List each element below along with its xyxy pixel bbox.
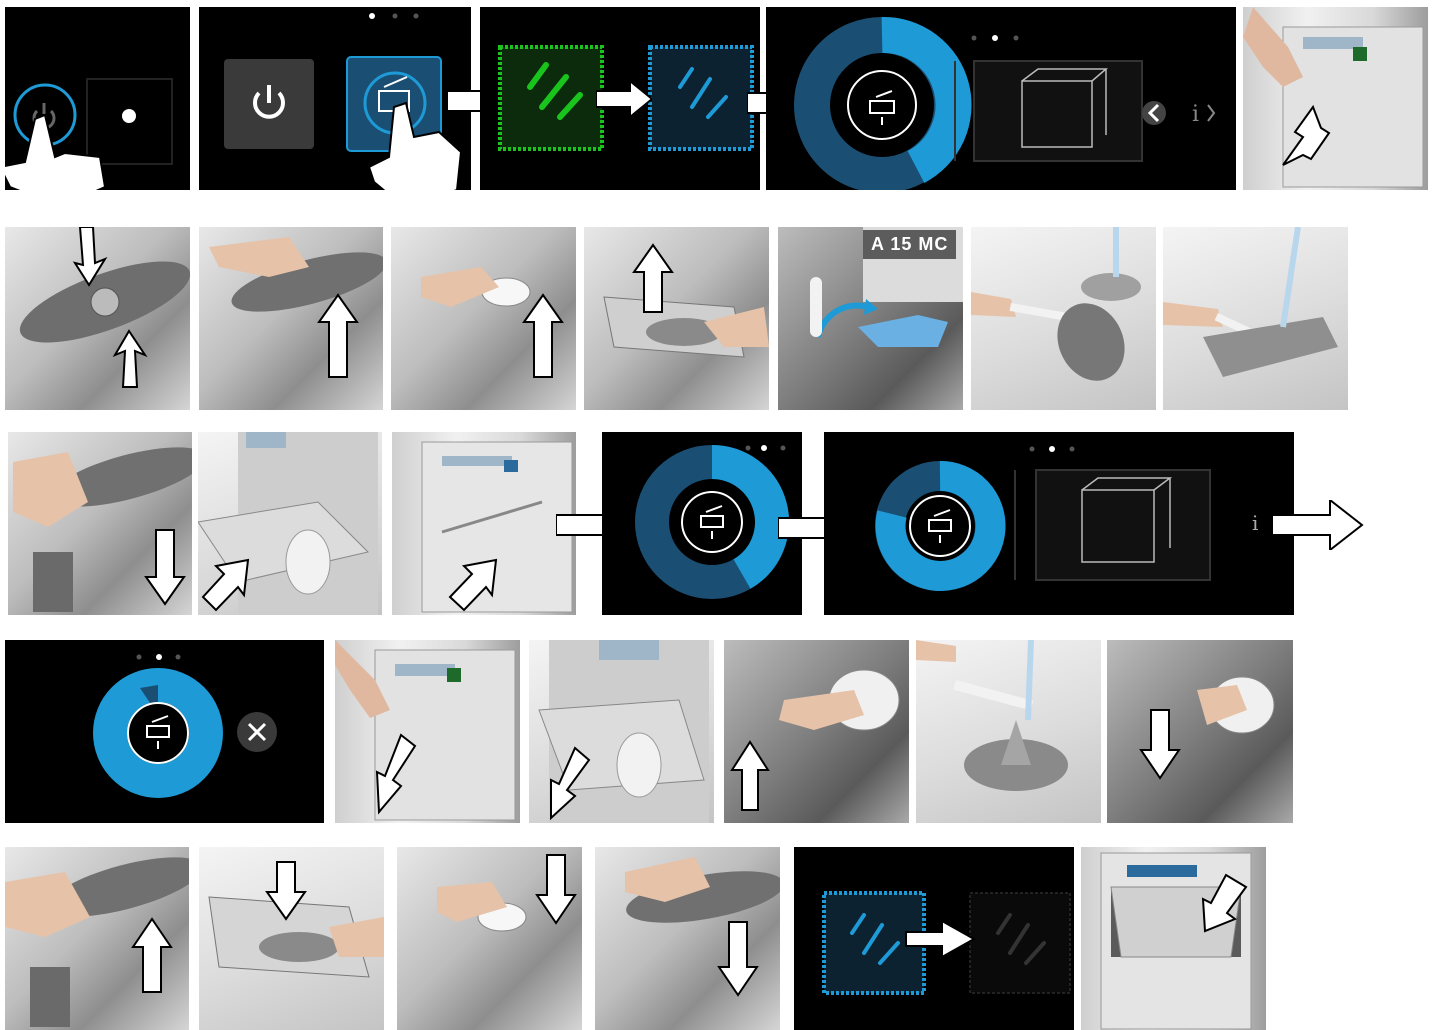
step-brush-tank-sieve-photo xyxy=(916,640,1101,823)
step-reinsert-drain-part-photo xyxy=(5,847,189,1030)
step-drain-pump-detergent-photo: A 15 MC xyxy=(778,227,963,410)
flow-arrow xyxy=(596,81,652,117)
step-remove-spray-arm-photo xyxy=(5,227,190,410)
direction-arrow xyxy=(535,854,577,925)
step-reinsert-filter-photo xyxy=(397,847,582,1030)
detergent-label: A 15 MC xyxy=(863,230,957,259)
step-reinsert-sieve-photo xyxy=(199,847,384,1030)
step-insert-drain-part-photo xyxy=(8,432,192,615)
step-final-close-door-photo xyxy=(1081,847,1266,1030)
step-remove-tank-sieve-photo xyxy=(724,640,909,823)
gloved-hand-shape xyxy=(858,315,948,347)
direction-arrow xyxy=(144,529,186,606)
step-reinsert-tank-sieve-photo xyxy=(1107,640,1293,823)
step-remove-sieve-photo xyxy=(584,227,769,410)
step-brush-filter-photo xyxy=(971,227,1156,410)
step-cleaning-progress-screen: i xyxy=(766,7,1236,190)
machine-diagram-tile xyxy=(1035,469,1211,581)
step-reinsert-spray-arm-photo xyxy=(595,847,780,1030)
back-button xyxy=(1142,101,1166,125)
step-remove-basket-photo xyxy=(529,640,714,823)
hand-shape xyxy=(971,292,1016,317)
step-remove-filter-photo xyxy=(391,227,576,410)
spray-arms-inactive-tile xyxy=(969,892,1071,994)
step-open-door-photo xyxy=(1243,7,1428,190)
direction-arrow xyxy=(317,293,359,378)
step-lift-spray-arm-photo xyxy=(199,227,383,410)
step-close-door-photo xyxy=(392,432,576,615)
info-icon: i xyxy=(1252,511,1258,535)
direction-arrow xyxy=(730,740,770,811)
step-reopen-door-photo xyxy=(335,640,520,823)
info-icon: i xyxy=(1192,102,1199,127)
direction-arrow xyxy=(131,917,173,993)
step-select-program-screen xyxy=(199,7,471,190)
direction-arrow xyxy=(717,921,759,997)
step-power-screen xyxy=(5,7,190,190)
step-spray-arm-off-screen xyxy=(794,847,1074,1030)
direction-arrow xyxy=(112,329,148,388)
pointing-hand-icon xyxy=(5,113,107,190)
step-insert-basket-photo xyxy=(198,432,382,615)
direction-arrow xyxy=(1139,709,1181,780)
hand-shape xyxy=(916,640,956,662)
machine-diagram-tile xyxy=(973,60,1143,162)
power-button xyxy=(224,59,314,149)
flow-arrow xyxy=(1272,500,1364,550)
hand-shape xyxy=(13,452,88,527)
hand-shape xyxy=(1163,302,1223,327)
step-progress-screen-3: i xyxy=(824,432,1294,615)
step-spray-arm-status-screen xyxy=(480,7,760,190)
spray-arms-blue-tile xyxy=(648,45,754,151)
step-brush-sieve-photo xyxy=(1163,227,1348,410)
step-progress-complete-screen xyxy=(5,640,324,823)
step-progress-screen-2 xyxy=(602,432,802,615)
direction-arrow xyxy=(522,293,564,378)
